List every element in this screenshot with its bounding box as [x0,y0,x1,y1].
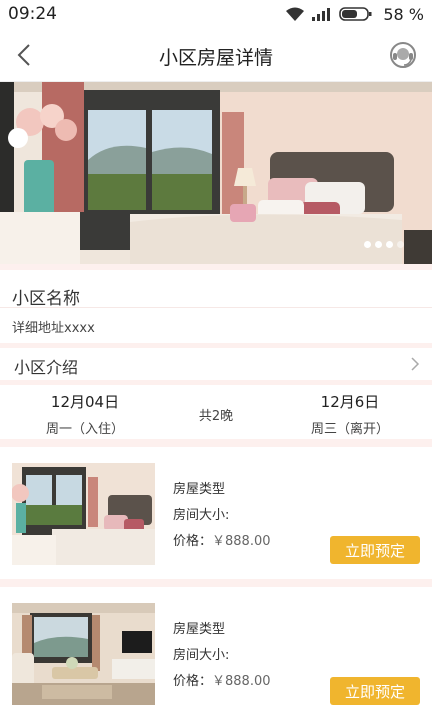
checkout-day: 周三（离开） [310,422,389,437]
carousel-dots [364,241,404,248]
room-card[interactable]: 房屋类型 房间大小: 价格：￥888.00 立即预定 [0,587,432,720]
room-thumbnail[interactable] [12,603,155,705]
room-info: 房屋类型 房间大小: 价格：￥888.00 [173,477,271,555]
nav-header: 小区房屋详情 [0,28,432,82]
community-address: 详细地址xxxx [12,321,95,336]
room-size-label: 房间大小: [173,648,230,663]
room-info: 房屋类型 房间大小: 价格：￥888.00 [173,617,271,695]
status-bar: 09:24 58 % [0,0,432,28]
status-time: 09:24 [8,4,57,24]
living-room-photo [12,603,155,705]
battery-percent: 58 % [383,4,424,24]
room-card[interactable]: 房屋类型 房间大小: 价格：￥888.00 立即预定 [0,447,432,579]
community-address-row: 详细地址xxxx [0,309,432,343]
chevron-right-icon [411,357,420,371]
community-name: 小区名称 [12,289,80,309]
bedroom-photo [0,82,432,264]
price-label: 价格： [173,534,213,549]
room-type: 房屋类型 [173,482,226,497]
carousel-dot[interactable] [364,241,371,248]
room-type: 房屋类型 [173,622,226,637]
divider [0,579,432,587]
checkout-picker[interactable]: 12月6日 周三（离开） [300,391,400,437]
carousel-dot[interactable] [397,241,404,248]
room-size-label: 房间大小: [173,508,230,523]
room-thumbnail[interactable] [12,463,155,565]
carousel-dot[interactable] [386,241,393,248]
book-now-button[interactable]: 立即预定 [330,536,420,564]
page-title: 小区房屋详情 [158,47,273,69]
divider [0,439,432,447]
community-name-row: 小区名称 [0,270,432,309]
wifi-icon [286,7,305,21]
price-label: 价格： [173,674,213,689]
battery-icon [339,7,372,21]
hero-carousel[interactable] [0,82,432,264]
checkout-date: 12月6日 [320,393,380,411]
community-intro-label: 小区介绍 [14,358,79,377]
status-icons: 58 % [285,4,424,24]
customer-service-button[interactable] [388,40,418,70]
book-now-button[interactable]: 立即预定 [330,677,420,705]
community-intro-row[interactable]: 小区介绍 [0,348,432,380]
signal-icon [312,8,331,21]
stay-dates: 12月04日 周一（入住） 共2晚 12月6日 周三（离开） [0,385,432,439]
carousel-dot[interactable] [375,241,382,248]
room-price: ￥888.00 [212,534,271,549]
room-price: ￥888.00 [212,674,271,689]
headset-icon [390,42,416,68]
bedroom-photo [12,463,155,565]
